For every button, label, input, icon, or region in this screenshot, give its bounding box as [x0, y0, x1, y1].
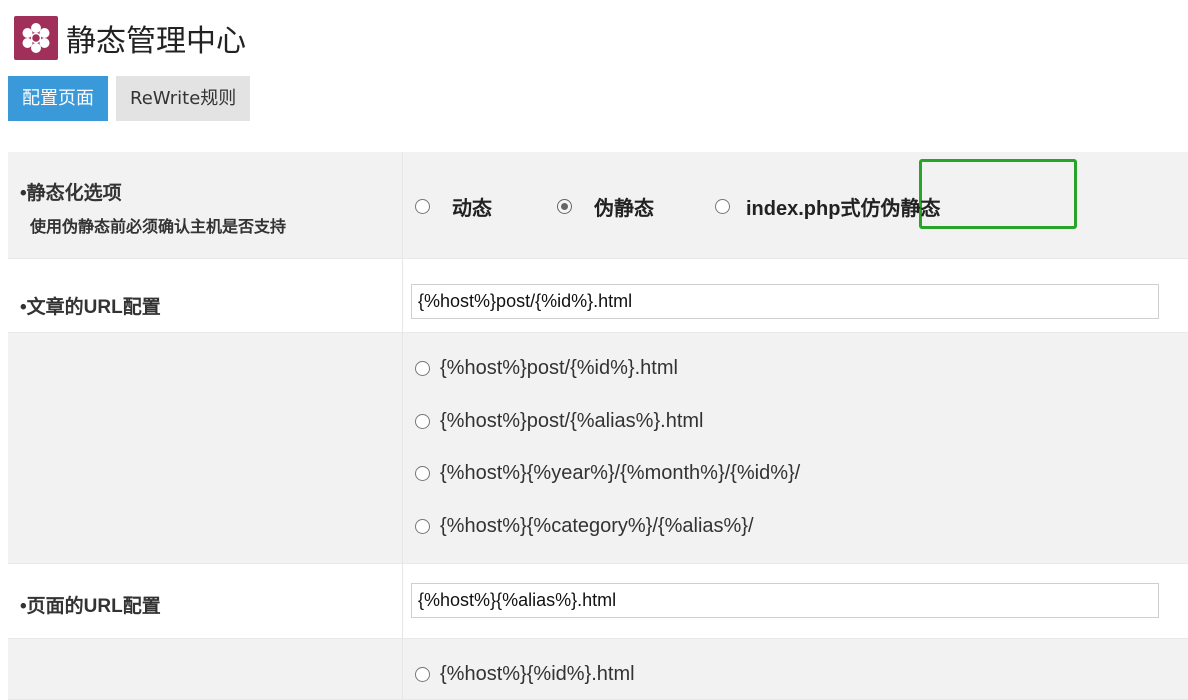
article-url-option[interactable]: {%host%}{%year%}/{%month%}/{%id%}/: [415, 462, 800, 485]
static-option-row: •静态化选项 使用伪静态前必须确认主机是否支持 动态 伪静态 index.php…: [8, 152, 1188, 259]
page-url-option-text: {%host%}{%id%}.html: [440, 663, 635, 685]
radio-dynamic-label: 动态: [452, 198, 492, 220]
tab-config-page[interactable]: 配置页面: [8, 76, 108, 121]
article-url-option[interactable]: {%host%}post/{%alias%}.html: [415, 410, 704, 433]
static-option-label: •静态化选项: [20, 183, 122, 204]
page-url-option[interactable]: {%host%}{%id%}.html: [415, 663, 635, 686]
honeycomb-logo-icon: [14, 16, 58, 60]
article-url-input[interactable]: {%host%}post/{%id%}.html: [411, 284, 1159, 319]
radio-pseudo-static-label: 伪静态: [594, 198, 654, 220]
article-url-option-text: {%host%}post/{%id%}.html: [440, 357, 678, 379]
page-url-label: •页面的URL配置: [20, 596, 161, 617]
article-url-option[interactable]: {%host%}post/{%id%}.html: [415, 357, 678, 380]
article-url-option-radio[interactable]: [415, 414, 430, 429]
radio-pseudo-static[interactable]: 伪静态: [557, 192, 654, 221]
radio-dynamic-circle[interactable]: [415, 199, 430, 214]
article-url-option[interactable]: {%host%}{%category%}/{%alias%}/: [415, 515, 754, 538]
article-url-option-radio[interactable]: [415, 519, 430, 534]
article-url-option-text: {%host%}post/{%alias%}.html: [440, 410, 704, 432]
radio-index-php-label: index.php式仿伪静态: [746, 198, 941, 220]
article-url-option-radio[interactable]: [415, 361, 430, 376]
article-url-option-text: {%host%}{%year%}/{%month%}/{%id%}/: [440, 462, 801, 484]
article-url-option-text: {%host%}{%category%}/{%alias%}/: [440, 515, 754, 537]
selection-highlight-box: [919, 159, 1077, 229]
radio-index-php-circle[interactable]: [715, 199, 730, 214]
article-url-row: •文章的URL配置 {%host%}post/{%id%}.html: [8, 259, 1188, 333]
page-header: 静态管理中心: [14, 16, 246, 60]
tab-bar: 配置页面 ReWrite规则: [8, 76, 258, 121]
page-url-input[interactable]: {%host%}{%alias%}.html: [411, 583, 1159, 618]
page-title: 静态管理中心: [66, 24, 246, 59]
tab-rewrite-rules[interactable]: ReWrite规则: [116, 76, 251, 121]
radio-dynamic[interactable]: 动态: [415, 192, 492, 221]
radio-index-php[interactable]: index.php式仿伪静态: [715, 192, 940, 221]
page-url-options-row: {%host%}{%id%}.html: [8, 639, 1188, 700]
radio-pseudo-static-circle[interactable]: [557, 199, 572, 214]
page-url-option-radio[interactable]: [415, 667, 430, 682]
article-url-label: •文章的URL配置: [20, 297, 161, 318]
page-url-row: •页面的URL配置 {%host%}{%alias%}.html: [8, 564, 1188, 639]
article-url-option-radio[interactable]: [415, 466, 430, 481]
static-option-sublabel: 使用伪静态前必须确认主机是否支持: [30, 219, 287, 236]
settings-table: •静态化选项 使用伪静态前必须确认主机是否支持 动态 伪静态 index.php…: [8, 152, 1188, 700]
article-url-options-row: {%host%}post/{%id%}.html {%host%}post/{%…: [8, 333, 1188, 564]
